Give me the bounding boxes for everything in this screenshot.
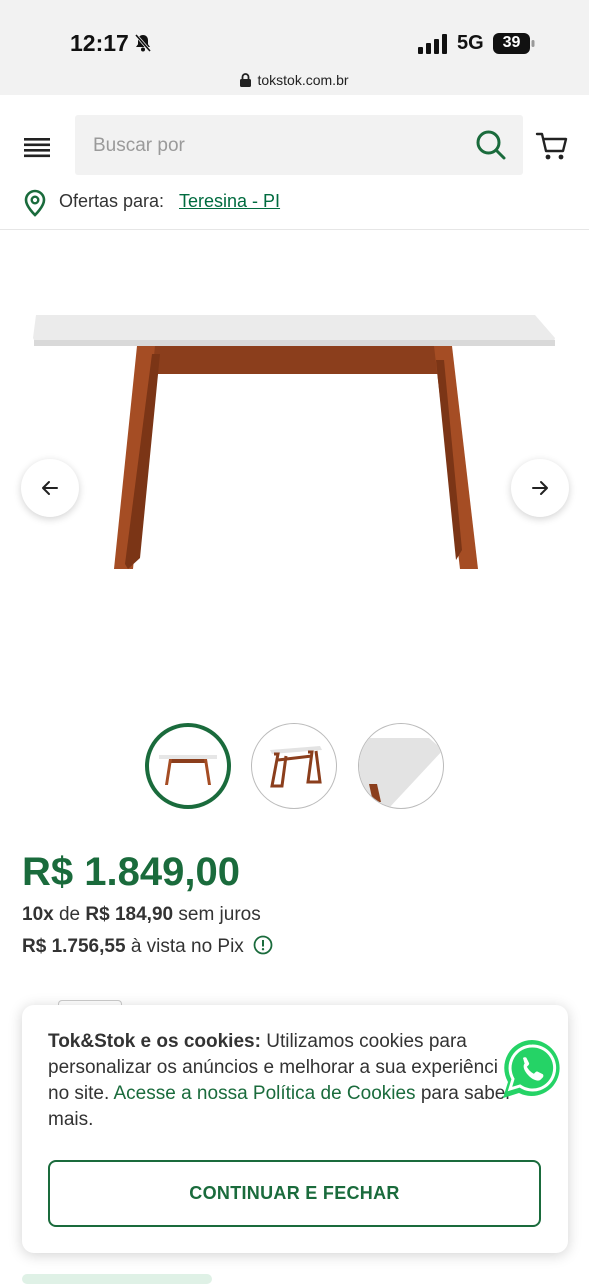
product-price: R$ 1.849,00 xyxy=(22,850,240,894)
bell-slash-icon xyxy=(134,34,152,52)
pix-value: R$ 1.756,55 xyxy=(22,936,126,957)
arrow-left-icon xyxy=(42,481,58,495)
lock-icon xyxy=(240,73,252,87)
menu-icon[interactable] xyxy=(22,135,52,159)
search-icon[interactable] xyxy=(475,129,507,161)
installments-count: 10x xyxy=(22,904,54,925)
product-image xyxy=(33,315,555,569)
network-label: 5G xyxy=(457,32,484,54)
url-text: tokstok.com.br xyxy=(257,72,349,88)
gallery-next-button[interactable] xyxy=(511,459,569,517)
thumbnail-3-image xyxy=(359,738,443,808)
signal-icon xyxy=(418,34,447,54)
offer-city-link[interactable]: Teresina - PI xyxy=(179,191,280,212)
installments-value: R$ 184,90 xyxy=(85,904,174,925)
whatsapp-icon[interactable] xyxy=(497,1034,567,1104)
cart-icon[interactable] xyxy=(535,129,569,163)
installments-of: de xyxy=(58,904,81,925)
installments-suffix: sem juros xyxy=(178,904,261,925)
offer-label: Ofertas para: xyxy=(59,191,165,211)
thumbnail-1-image xyxy=(159,755,217,785)
thumbnail-2[interactable] xyxy=(251,723,337,809)
url-bar[interactable]: tokstok.com.br xyxy=(0,72,589,88)
search-input[interactable]: Buscar por xyxy=(75,115,523,175)
pix-suffix: à vista no Pix xyxy=(130,936,244,957)
installments-info: 10x de R$ 184,90 sem juros xyxy=(22,904,261,926)
battery-level: 39 xyxy=(502,34,521,51)
cookie-policy-link[interactable]: Acesse a nossa Política de Cookies xyxy=(114,1083,416,1104)
thumbnail-2-image xyxy=(270,746,322,788)
status-bar: 12:17 5G 39 tokstok.com.br xyxy=(0,0,589,95)
continue-close-button[interactable]: CONTINUAR E FECHAR xyxy=(48,1160,541,1227)
status-time: 12:17 xyxy=(70,30,129,56)
thumbnail-3[interactable] xyxy=(358,723,444,809)
cookie-banner: Tok&Stok e os cookies: Utilizamos cookie… xyxy=(22,1005,568,1253)
arrow-right-icon xyxy=(532,481,548,495)
thumbnail-1[interactable] xyxy=(145,723,231,809)
cookie-title: Tok&Stok e os cookies: xyxy=(48,1031,261,1052)
location-pin-icon xyxy=(24,189,46,217)
search-placeholder: Buscar por xyxy=(93,135,185,156)
gallery-prev-button[interactable] xyxy=(21,459,79,517)
site-header: Buscar por Ofertas para: Teresina - PI xyxy=(0,95,589,230)
pix-price-info: R$ 1.756,55 à vista no Pix xyxy=(22,935,273,958)
cookie-text: Tok&Stok e os cookies: Utilizamos cookie… xyxy=(48,1029,518,1133)
info-icon[interactable] xyxy=(253,935,273,955)
bottom-element-edge xyxy=(22,1274,212,1284)
